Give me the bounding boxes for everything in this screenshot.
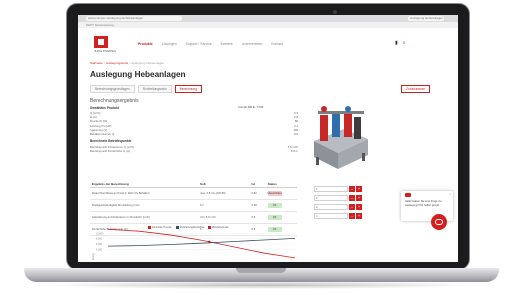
nav-item-unternehmen[interactable]: Unternehmen [242,42,263,46]
tab-berechnung[interactable]: Berechnung [174,85,202,93]
calc-row: Betriebspunkt Förderhöhe H (m) 6,8 m [90,149,298,153]
stepper-plus-button[interactable]: + [356,204,362,210]
calc-title: Berechnete Betriebspunkte [90,139,132,143]
stepper-row: 3 – + [314,204,364,210]
document-icon[interactable]: ▮ [395,40,398,46]
breadcrumb-home[interactable]: Startseite [90,61,103,65]
stepper-minus-button[interactable]: – [349,213,355,219]
row-soll: max. 0,8 m/s (DN 80) [198,187,250,200]
stepper-row: 1 – + [314,186,364,192]
tab-berechnungsgrundlagen[interactable]: Berechnungsgrundlagen [90,85,135,93]
camera-icon [333,10,337,14]
laptop-notch [236,268,286,273]
stepper-plus-button[interactable]: + [356,213,362,219]
calc-label: Betriebspunkt Förderhöhe H (m) [90,149,131,154]
stepper-plus-button[interactable]: + [356,195,362,201]
row-ist: 0,82 [249,187,266,200]
results-section-title: Berechnungsergebnis [90,98,139,104]
close-icon[interactable]: × [449,192,451,196]
laptop-shadow [40,281,482,289]
row-soll: 0,7 [198,199,250,212]
address-bar[interactable]: www.pumpen-auslegung.de/hebeanlagen [86,16,182,21]
table-header: Soll [198,180,250,188]
y-axis-label: H (m) [91,253,95,260]
stepper-row: 2 – + [314,195,364,201]
spec-value: 170 [293,132,298,137]
series-line [107,238,296,247]
stepper-input[interactable]: 1 [314,186,348,192]
status-badge: Überschritten [267,191,282,196]
tab-bar: Berechnungsgrundlagen Rohrleitungsnetz B… [90,85,202,93]
y-tick-label: 10,000 [96,232,104,235]
chat-avatar [405,193,411,197]
product-title: Gewähltes Produkt [90,106,119,110]
breadcrumb: Startseite > Auslegungstools > Auslegung… [90,61,164,65]
browser-tab[interactable]: Auslegung Hebeanlagen [408,16,444,21]
chat-bubble-icon[interactable] [431,214,447,230]
main-nav: Produkte Lösungen Support / Service Karr… [138,42,283,46]
laptop-screen: www.pumpen-auslegung.de/hebeanlagen Ausl… [78,15,458,262]
y-tick-label: 4,000 [96,248,103,251]
stepper-plus-button[interactable]: + [356,186,362,192]
breadcrumb-tools[interactable]: Auslegungstools [106,61,128,65]
stepper-input[interactable]: 2 [314,195,348,201]
tab-rohrleitungsnetz[interactable]: Rohrleitungsnetz [137,85,172,93]
nav-item-karriere[interactable]: Karriere [221,42,233,46]
search-icon[interactable]: ⌕ [403,40,406,46]
product-image [314,106,368,169]
y-tick-label: 6,000 [96,243,103,246]
status-badge: OK [267,203,282,208]
nav-item-kontakt[interactable]: Kontakt [271,42,283,46]
row-label: Zulauf Durchfluss an Punkt in Rohr (l/s … [90,187,198,200]
table-header: Status [265,180,297,188]
table-row: Zulauf Durchfluss an Punkt in Rohr (l/s … [90,187,297,200]
chat-message: Hallo! Haben Sie eine Frage zur Auslegun… [405,200,442,207]
top-strip: DEPT Niederlassung [78,22,458,28]
y-tick-label: 8,000 [96,238,103,241]
breadcrumb-current: Auslegung Hebeanlagen [131,61,165,65]
calc-value: 6,8 m [291,149,298,154]
row-label: Fließgeschwindigkeit Druckleitung (m/s) [90,199,198,212]
table-header: Ist [249,180,266,188]
calc-list: Betriebspunkt Förderstrom Q (m³/h) 6,5 m³… [90,145,298,153]
spec-label: Behältervolumen (l) [90,132,115,137]
nav-item-produkte[interactable]: Produkte [138,42,153,46]
nav-item-loesungen[interactable]: Lösungen [162,42,177,46]
brand-logo[interactable] [94,36,108,48]
stepper-minus-button[interactable]: – [349,186,355,192]
stepper-input[interactable]: 4 [314,213,348,219]
stepper-minus-button[interactable]: – [349,204,355,210]
reset-button[interactable]: Zurücksetzen [401,85,431,93]
brand-logo-text: JUNG PUMPEN [94,49,116,53]
browser-chrome: www.pumpen-auslegung.de/hebeanlagen Ausl… [78,15,458,22]
table-header-row: Ergebnis der Berechnung Soll Ist Status [90,180,297,188]
performance-chart: H (m) 10,000 8,000 6,000 4,000 [91,228,296,260]
spec-list: Q (m³/h) 6,5 H (m) 6,8 Druckrohr DN 80 Leis… [90,111,298,136]
stepper-row: 4 – + [314,213,364,219]
operating-point [208,240,211,244]
spec-row: Behältervolumen (l) 170 [90,132,298,136]
nav-item-support[interactable]: Support / Service [186,42,212,46]
page-title: Auslegung Hebeanlagen [90,70,186,79]
product-name: Compli 400 E / 1700 [238,105,264,109]
stepper-input[interactable]: 3 [314,204,348,210]
row-ist: 0,96 [249,199,266,212]
table-row: Fließgeschwindigkeit Druckleitung (m/s) … [90,199,297,212]
header-icons: ▮ ⌕ [395,40,406,46]
row-status-cell: OK [265,199,297,212]
table-header: Ergebnis der Berechnung [90,180,198,188]
stepper-minus-button[interactable]: – [349,195,355,201]
row-status-cell: Überschritten [265,187,297,200]
laptop-scene: www.pumpen-auslegung.de/hebeanlagen Ausl… [0,0,522,302]
